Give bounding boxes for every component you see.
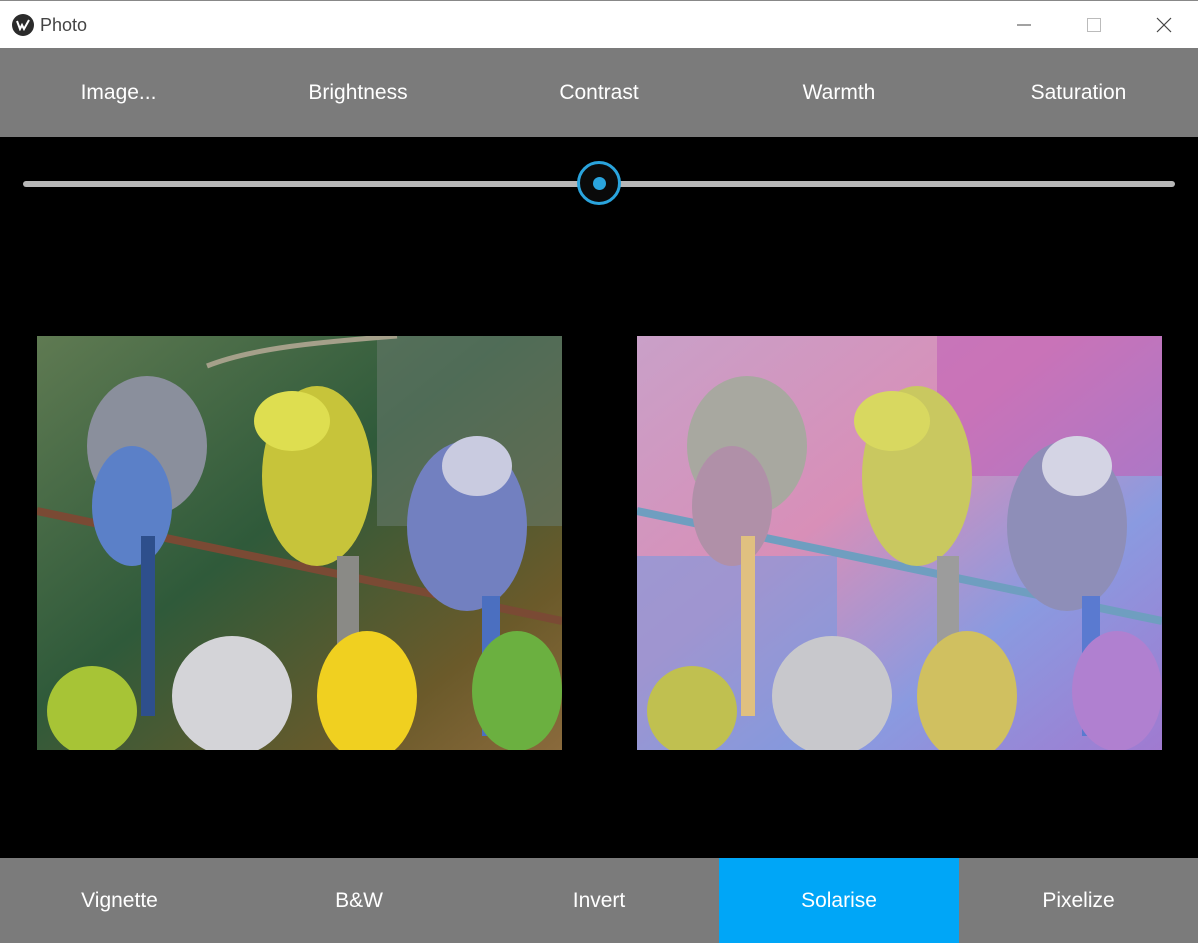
bw-button[interactable]: B&W [239, 858, 479, 943]
title-bar: Photo [0, 0, 1198, 48]
brightness-button[interactable]: Brightness [237, 48, 479, 137]
warmth-button[interactable]: Warmth [719, 48, 959, 137]
adjustment-toolbar: Image... Brightness Contrast Warmth Satu… [0, 48, 1198, 137]
app-logo-icon [12, 14, 34, 36]
filter-toolbar: Vignette B&W Invert Solarise Pixelize [0, 858, 1198, 943]
original-image [37, 336, 562, 750]
vignette-button[interactable]: Vignette [0, 858, 239, 943]
image-button[interactable]: Image... [0, 48, 237, 137]
minimize-icon [1017, 24, 1031, 26]
solarised-image [637, 336, 1162, 750]
window-title: Photo [40, 15, 88, 35]
adjustment-slider-thumb[interactable] [577, 161, 621, 205]
invert-button[interactable]: Invert [479, 858, 719, 943]
contrast-button[interactable]: Contrast [479, 48, 719, 137]
maximize-button[interactable] [1060, 1, 1128, 49]
minimize-button[interactable] [990, 1, 1058, 49]
slider-thumb-dot [592, 176, 606, 190]
pixelize-button[interactable]: Pixelize [959, 858, 1198, 943]
maximize-icon [1087, 18, 1101, 32]
saturation-button[interactable]: Saturation [959, 48, 1198, 137]
close-button[interactable] [1130, 1, 1198, 49]
solarise-button[interactable]: Solarise [719, 858, 959, 943]
close-icon [1156, 17, 1172, 33]
